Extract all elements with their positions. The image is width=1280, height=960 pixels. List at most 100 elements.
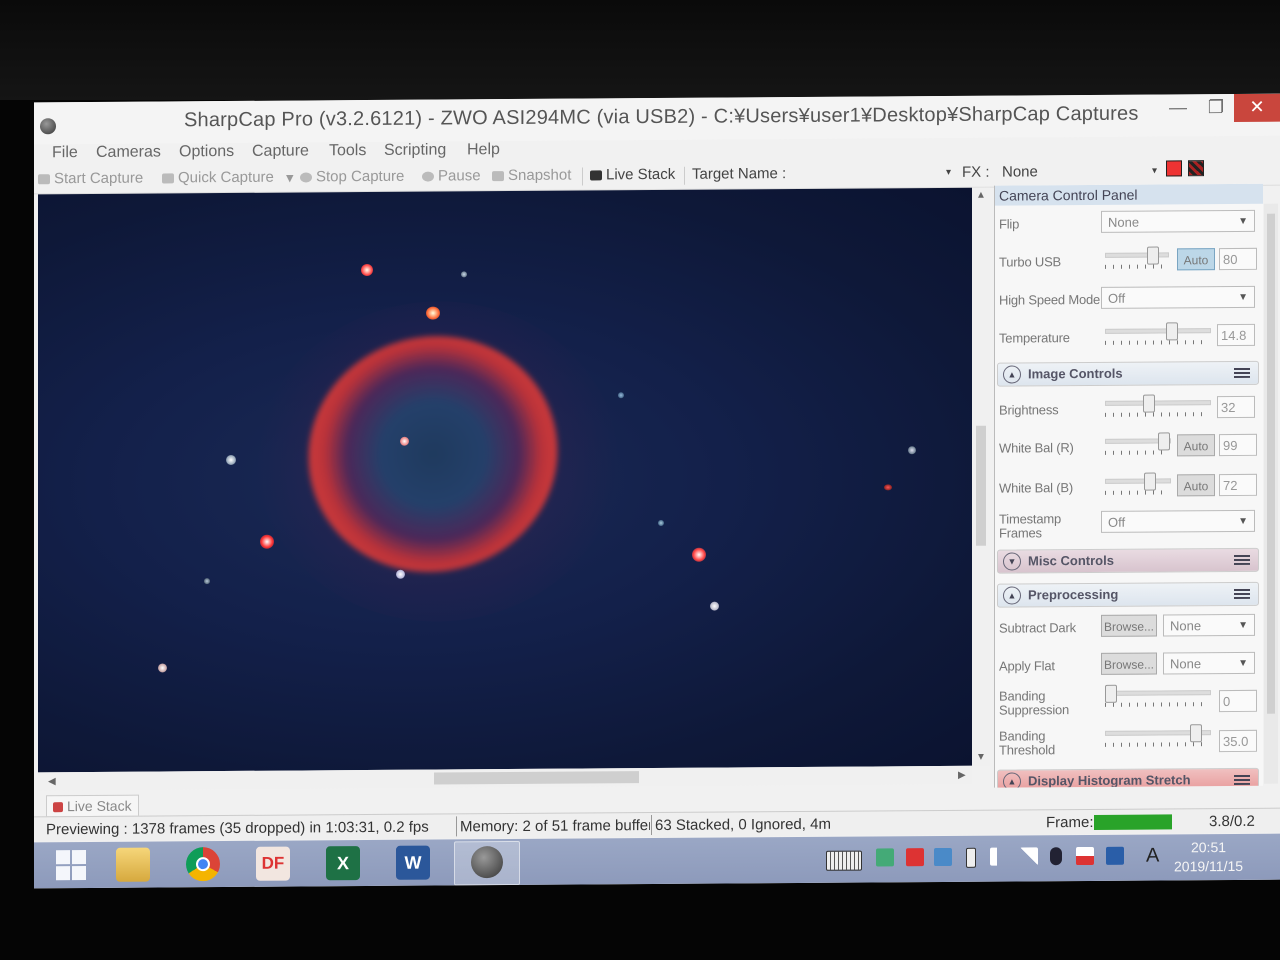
panel-scroll-thumb[interactable] <box>1267 213 1275 714</box>
file-explorer-icon[interactable] <box>116 847 150 882</box>
display-icon[interactable] <box>1106 846 1124 865</box>
collapse-up-icon[interactable]: ▲ <box>1003 772 1021 788</box>
turbo-usb-auto-button[interactable]: Auto <box>1177 248 1215 271</box>
menu-options[interactable]: Options <box>179 143 234 161</box>
windows-taskbar: DF X W A 20:51 2019/11/15 <box>34 833 1280 889</box>
menu-icon[interactable] <box>1234 554 1250 565</box>
brightness-slider[interactable] <box>1105 394 1211 417</box>
fx-dropdown[interactable]: ▾ <box>1152 166 1157 177</box>
misc-controls-section[interactable]: ▼ Misc Controls <box>997 547 1259 574</box>
live-stack-tab[interactable]: Live Stack <box>46 794 139 818</box>
taskbar-clock[interactable]: 20:51 2019/11/15 <box>1174 838 1243 876</box>
menu-cameras[interactable]: Cameras <box>96 143 161 161</box>
wb-r-value[interactable]: 99 <box>1219 433 1257 457</box>
preprocessing-section[interactable]: ▲ Preprocessing <box>997 581 1259 608</box>
signal-icon[interactable] <box>1020 847 1038 866</box>
snapshot-button[interactable]: Snapshot <box>492 167 571 185</box>
close-button[interactable]: ✕ <box>1234 93 1280 122</box>
minimize-button[interactable]: — <box>1159 94 1197 122</box>
sharpcap-app-icon[interactable] <box>40 118 56 135</box>
turbo-usb-slider[interactable] <box>1105 246 1169 269</box>
menu-file[interactable]: File <box>52 144 78 162</box>
collapse-up-icon[interactable]: ▲ <box>1003 586 1021 605</box>
menu-scripting[interactable]: Scripting <box>384 141 446 159</box>
menu-capture[interactable]: Capture <box>252 142 309 160</box>
status-previewing: Previewing : 1378 frames (35 dropped) in… <box>46 818 429 839</box>
word-icon[interactable]: W <box>396 845 430 880</box>
wb-b-auto-button[interactable]: Auto <box>1177 474 1215 497</box>
wb-r-label: White Bal (R) <box>999 440 1074 456</box>
action-center-flag-icon[interactable] <box>1076 846 1094 866</box>
menu-icon[interactable] <box>1234 367 1250 378</box>
menu-icon[interactable] <box>1234 588 1250 599</box>
camera-preview[interactable] <box>38 187 972 773</box>
preview-vertical-scroll-thumb[interactable] <box>976 425 986 546</box>
scroll-up-arrow[interactable]: ▲ <box>976 190 986 201</box>
df-app-icon[interactable]: DF <box>256 846 290 881</box>
windows-start-icon[interactable] <box>54 848 88 882</box>
touch-keyboard-icon[interactable] <box>826 850 862 871</box>
high-speed-select[interactable]: Off ▼ <box>1101 285 1255 309</box>
expand-down-icon[interactable]: ▼ <box>1003 552 1021 571</box>
tray-app-icon[interactable] <box>876 848 894 867</box>
slider-knob[interactable] <box>1158 432 1170 451</box>
preview-horizontal-scroll-thumb[interactable] <box>434 771 639 785</box>
bluetooth-icon[interactable] <box>1050 847 1062 866</box>
pause-button[interactable]: Pause <box>422 167 481 185</box>
ime-indicator[interactable]: A <box>1146 844 1159 867</box>
quick-capture-button[interactable]: Quick Capture <box>162 169 274 187</box>
star <box>158 663 167 673</box>
live-stack-tab-icon <box>53 802 63 813</box>
fx-select[interactable]: None <box>1002 163 1038 180</box>
network-share-icon[interactable] <box>934 847 952 867</box>
wb-b-value[interactable]: 72 <box>1219 473 1257 497</box>
slider-knob[interactable] <box>1144 472 1156 491</box>
scroll-down-arrow[interactable]: ▼ <box>976 752 986 763</box>
menu-tools[interactable]: Tools <box>329 142 366 160</box>
subtract-dark-browse-button[interactable]: Browse... <box>1101 614 1157 637</box>
scroll-right-arrow[interactable]: ▶ <box>958 770 966 781</box>
record-icon[interactable] <box>1166 160 1182 177</box>
slider-knob[interactable] <box>1105 684 1117 703</box>
slider-knob[interactable] <box>1147 246 1159 265</box>
maximize-button[interactable]: ❐ <box>1197 94 1235 122</box>
slider-knob[interactable] <box>1190 724 1202 743</box>
quick-capture-dropdown[interactable]: ▾ <box>286 169 294 187</box>
turbo-usb-value[interactable]: 80 <box>1219 247 1257 271</box>
image-controls-section[interactable]: ▲ Image Controls <box>997 360 1259 387</box>
banding-threshold-slider[interactable] <box>1105 724 1211 747</box>
acrobat-tray-icon[interactable] <box>906 848 924 867</box>
apply-flat-select[interactable]: None ▼ <box>1163 651 1255 675</box>
live-stack-button[interactable]: Live Stack <box>590 166 675 184</box>
wb-b-slider[interactable] <box>1105 472 1171 495</box>
slider-knob[interactable] <box>1143 394 1155 413</box>
slider-knob[interactable] <box>1166 322 1178 341</box>
menu-icon[interactable] <box>1234 774 1250 785</box>
target-name-dropdown[interactable]: ▾ <box>946 167 951 178</box>
banding-suppression-slider[interactable] <box>1105 684 1211 707</box>
clock-time: 20:51 <box>1190 839 1227 856</box>
sharpcap-taskbar-icon[interactable] <box>454 840 520 886</box>
battery-icon[interactable] <box>966 847 976 868</box>
timestamp-select[interactable]: Off ▼ <box>1101 509 1255 533</box>
display-histogram-section[interactable]: ▲ Display Histogram Stretch <box>997 767 1259 788</box>
temperature-slider[interactable] <box>1105 322 1211 345</box>
banding-suppression-value[interactable]: 0 <box>1219 689 1257 713</box>
excel-icon[interactable]: X <box>326 846 360 881</box>
wb-r-slider[interactable] <box>1105 432 1171 455</box>
flip-select[interactable]: None ▼ <box>1101 209 1255 233</box>
apply-flat-browse-button[interactable]: Browse... <box>1101 652 1157 675</box>
frame-value: 3.8/0.2 <box>1209 812 1255 831</box>
brightness-value[interactable]: 32 <box>1217 395 1255 419</box>
chrome-icon[interactable] <box>186 847 220 882</box>
volume-icon[interactable] <box>990 847 1008 866</box>
scroll-left-arrow[interactable]: ◀ <box>48 776 56 787</box>
wb-r-auto-button[interactable]: Auto <box>1177 434 1215 457</box>
subtract-dark-select[interactable]: None ▼ <box>1163 613 1255 637</box>
sharpcap-window: SharpCap Pro (v3.2.6121) - ZWO ASI294MC … <box>34 93 1280 889</box>
stop-capture-button[interactable]: Stop Capture <box>300 168 404 186</box>
collapse-up-icon[interactable]: ▲ <box>1003 365 1021 384</box>
color-pattern-icon[interactable] <box>1188 160 1204 177</box>
menu-help[interactable]: Help <box>467 141 500 159</box>
start-capture-button[interactable]: Start Capture <box>38 170 143 188</box>
